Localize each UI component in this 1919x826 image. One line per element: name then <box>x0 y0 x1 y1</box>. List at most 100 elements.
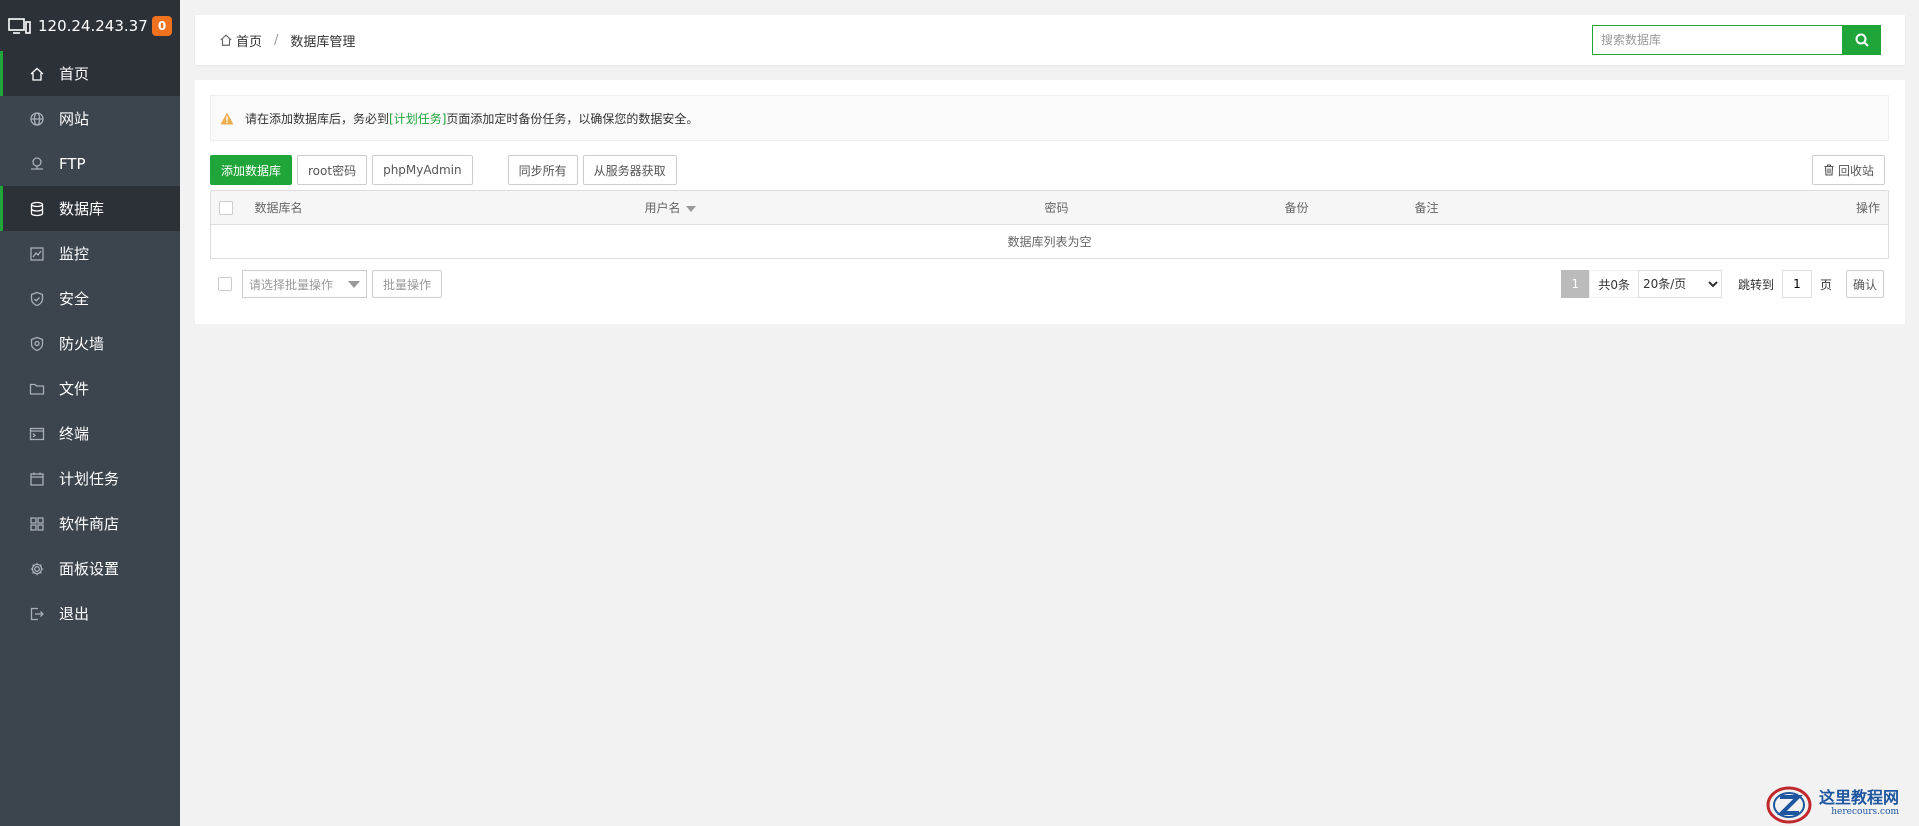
column-header-password: 密码 <box>1036 190 1277 225</box>
footer-select-all-checkbox[interactable] <box>218 277 232 291</box>
sidebar-item-database[interactable]: 数据库 <box>0 186 180 231</box>
alert-text-after: 页面添加定时备份任务，以确保您的数据安全。 <box>446 111 699 126</box>
database-icon <box>29 201 45 217</box>
column-header-backup: 备份 <box>1276 190 1407 225</box>
sidebar-item-label: 软件商店 <box>59 515 120 533</box>
page-unit: 页 <box>1819 277 1832 292</box>
trash-icon <box>1824 164 1834 176</box>
sidebar-item-settings[interactable]: 面板设置 <box>0 546 180 591</box>
sidebar-item-cron[interactable]: 计划任务 <box>0 456 180 501</box>
search-icon <box>1855 33 1869 47</box>
sidebar-item-monitor[interactable]: 监控 <box>0 231 180 276</box>
empty-row: 数据库列表为空 <box>210 224 1889 259</box>
gear-icon <box>29 561 45 577</box>
sidebar-item-logout[interactable]: 退出 <box>0 591 180 636</box>
select-all-checkbox[interactable] <box>219 200 233 215</box>
sidebar-item-security[interactable]: 安全 <box>0 276 180 321</box>
sidebar-item-label: 文件 <box>59 380 90 398</box>
recycle-bin-button[interactable]: 回收站 <box>1811 155 1885 185</box>
watermark-logo <box>1766 786 1812 823</box>
column-header-username-label: 用户名 <box>644 201 681 215</box>
jump-page-input[interactable] <box>1781 270 1812 298</box>
top-bar: 首页 / 数据库管理 <box>195 15 1905 65</box>
cron-task-link[interactable]: [计划任务] <box>389 110 446 127</box>
chevron-down-icon <box>348 280 360 288</box>
folder-icon <box>29 381 45 397</box>
sidebar-item-label: 退出 <box>59 605 90 623</box>
table-footer: 请选择批量操作 批量操作 1 共0条 20条/页 跳转到 页 确认 <box>210 269 1889 299</box>
grid-icon <box>29 516 45 532</box>
alert-text-before: 请在添加数据库后，务必到 <box>245 111 390 126</box>
phpmyadmin-button[interactable]: phpMyAdmin <box>372 155 473 185</box>
sidebar: 120.24.243.37 0 首页 网站 FTP 数据库 监控 安全 防火墙 … <box>0 0 180 826</box>
pagination: 1 共0条 20条/页 跳转到 页 确认 <box>1561 270 1889 298</box>
sidebar-item-label: 面板设置 <box>59 560 120 578</box>
computer-icon <box>8 17 31 34</box>
logout-icon <box>29 606 45 622</box>
site-watermark: 这里教程网 herecours.com <box>1765 781 1915 826</box>
breadcrumb-separator: / <box>274 32 279 48</box>
main-content: 首页 / 数据库管理 请在添加数据库后，务必到[计划任务]页面添加定时备份任务，… <box>195 15 1905 324</box>
home-icon <box>220 34 232 46</box>
column-header-actions: 操作 <box>1646 190 1889 225</box>
sidebar-item-label: 防火墙 <box>59 335 105 353</box>
page-size-select[interactable]: 20条/页 <box>1637 270 1722 298</box>
sidebar-item-label: 监控 <box>59 245 90 263</box>
column-header-db-name[interactable]: 数据库名 <box>246 190 637 225</box>
sidebar-item-label: 安全 <box>59 290 90 308</box>
sidebar-item-label: 首页 <box>59 65 90 83</box>
jump-confirm-button[interactable]: 确认 <box>1845 270 1884 298</box>
add-database-button[interactable]: 添加数据库 <box>210 155 293 185</box>
column-header-username[interactable]: 用户名 <box>636 190 1037 225</box>
sidebar-item-website[interactable]: 网站 <box>0 96 180 141</box>
search-button[interactable] <box>1842 25 1881 55</box>
terminal-icon <box>29 426 45 442</box>
sort-arrow-icon <box>685 205 696 212</box>
column-header-remark: 备注 <box>1406 190 1646 225</box>
database-panel: 请在添加数据库后，务必到 [计划任务] 页面添加定时备份任务，以确保您的数据安全。 … <box>195 80 1905 324</box>
monitor-icon <box>29 246 45 262</box>
sidebar-item-label: 计划任务 <box>59 470 120 488</box>
jump-label: 跳转到 <box>1737 277 1774 292</box>
search-input[interactable] <box>1592 25 1842 55</box>
select-all-cell <box>210 190 247 225</box>
server-header[interactable]: 120.24.243.37 0 <box>0 0 180 51</box>
sidebar-item-label: 终端 <box>59 425 90 443</box>
notification-badge[interactable]: 0 <box>152 15 172 36</box>
watermark-en: herecours.com <box>1831 807 1900 817</box>
watermark-cn: 这里教程网 <box>1819 788 1900 807</box>
sidebar-item-home[interactable]: 首页 <box>0 51 180 96</box>
fetch-from-server-button[interactable]: 从服务器获取 <box>582 155 677 185</box>
ftp-icon <box>29 156 45 172</box>
toolbar: 添加数据库 root密码 phpMyAdmin 同步所有 从服务器获取 回收站 <box>210 155 1889 185</box>
sidebar-item-firewall[interactable]: 防火墙 <box>0 321 180 366</box>
firewall-shield-icon <box>29 336 45 352</box>
sidebar-item-label: 网站 <box>59 110 90 128</box>
sync-all-button[interactable]: 同步所有 <box>507 155 578 185</box>
root-password-button[interactable]: root密码 <box>297 155 368 185</box>
breadcrumb-current: 数据库管理 <box>290 34 356 50</box>
sidebar-item-label: 数据库 <box>59 200 105 218</box>
sidebar-item-app-store[interactable]: 软件商店 <box>0 501 180 546</box>
breadcrumb-home[interactable]: 首页 <box>236 31 262 50</box>
batch-operation-select[interactable]: 请选择批量操作 <box>242 270 367 298</box>
current-page[interactable]: 1 <box>1561 270 1590 298</box>
table-header-row: 数据库名 用户名 密码 备份 备注 操作 <box>210 190 1889 225</box>
sidebar-item-files[interactable]: 文件 <box>0 366 180 411</box>
sidebar-nav: 首页 网站 FTP 数据库 监控 安全 防火墙 文件 终端 计划任务 软件商店 … <box>0 51 180 636</box>
total-count: 共0条 <box>1589 270 1639 298</box>
batch-operation-button[interactable]: 批量操作 <box>372 270 443 298</box>
calendar-icon <box>29 471 45 487</box>
sidebar-item-ftp[interactable]: FTP <box>0 141 180 186</box>
database-table: 数据库名 用户名 密码 备份 备注 操作 数据库列表为空 <box>210 190 1889 259</box>
home-icon <box>29 66 45 82</box>
sidebar-item-terminal[interactable]: 终端 <box>0 411 180 456</box>
sidebar-item-label: FTP <box>59 154 86 173</box>
search-bar <box>1592 25 1881 55</box>
shield-check-icon <box>29 291 45 307</box>
server-ip: 120.24.243.37 <box>38 16 148 35</box>
batch-operation-placeholder: 请选择批量操作 <box>249 277 334 292</box>
backup-reminder-alert: 请在添加数据库后，务必到 [计划任务] 页面添加定时备份任务，以确保您的数据安全。 <box>210 95 1889 141</box>
globe-icon <box>29 111 45 127</box>
warning-icon <box>220 112 234 124</box>
